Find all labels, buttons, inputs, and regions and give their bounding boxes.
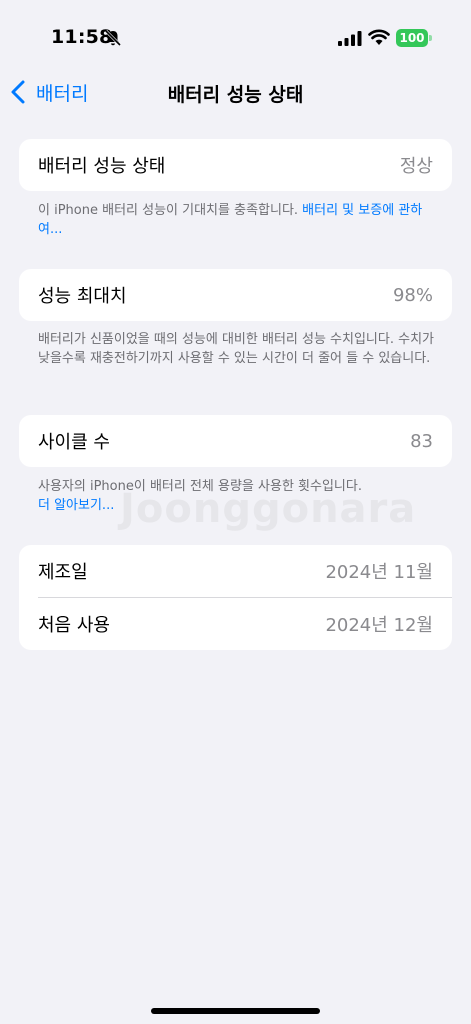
manufactured-label: 제조일 [38,562,88,583]
cycles-value: 83 [410,430,433,452]
health-footer: 이 iPhone 배터리 성능이 기대치를 충족합니다. 배터리 및 보증에 관… [38,201,438,239]
cycles-footer: 사용자의 iPhone이 배터리 전체 용량을 사용한 횟수입니다. 더 알아보… [38,477,438,515]
health-label: 배터리 성능 상태 [38,156,166,177]
cycles-card: 사이클 수 83 [19,415,452,467]
navigation-bar: 배터리 배터리 성능 상태 [0,70,471,114]
health-row: 배터리 성능 상태 정상 [19,139,452,191]
cycles-footer-text: 사용자의 iPhone이 배터리 전체 용량을 사용한 횟수입니다. [38,479,362,494]
cycles-label: 사이클 수 [38,432,110,453]
health-footer-text: 이 iPhone 배터리 성능이 기대치를 충족합니다. [38,203,303,218]
status-bar: 11:58 100 [0,0,471,60]
capacity-row: 성능 최대치 98% [19,269,452,321]
capacity-footer-text: 배터리가 신품이었을 때의 성능에 대비한 배터리 성능 수치입니다. 수치가 … [38,332,434,366]
first-use-row: 처음 사용 2024년 12월 [19,598,452,650]
manufactured-row: 제조일 2024년 11월 [19,545,452,597]
battery-icon: 100 [396,29,428,47]
dates-card: 제조일 2024년 11월 처음 사용 2024년 12월 [19,545,452,650]
first-use-label: 처음 사용 [38,615,110,636]
home-indicator[interactable] [151,1008,320,1014]
health-value: 정상 [399,156,433,177]
battery-level: 100 [399,31,425,45]
first-use-value: 2024년 12월 [325,615,433,636]
bell-off-icon [104,29,122,47]
capacity-value: 98% [392,284,433,306]
health-card: 배터리 성능 상태 정상 [19,139,452,191]
signal-icon [338,31,362,46]
capacity-footer: 배터리가 신품이었을 때의 성능에 대비한 배터리 성능 수치입니다. 수치가 … [38,330,438,368]
wifi-icon [368,29,390,45]
learn-more-link[interactable]: 더 알아보기... [38,496,438,515]
manufactured-value: 2024년 11월 [325,562,433,583]
page-title: 배터리 성능 상태 [167,84,304,106]
capacity-card: 성능 최대치 98% [19,269,452,321]
cycles-row: 사이클 수 83 [19,415,452,467]
capacity-label: 성능 최대치 [38,286,127,307]
battery-tip [429,35,432,41]
